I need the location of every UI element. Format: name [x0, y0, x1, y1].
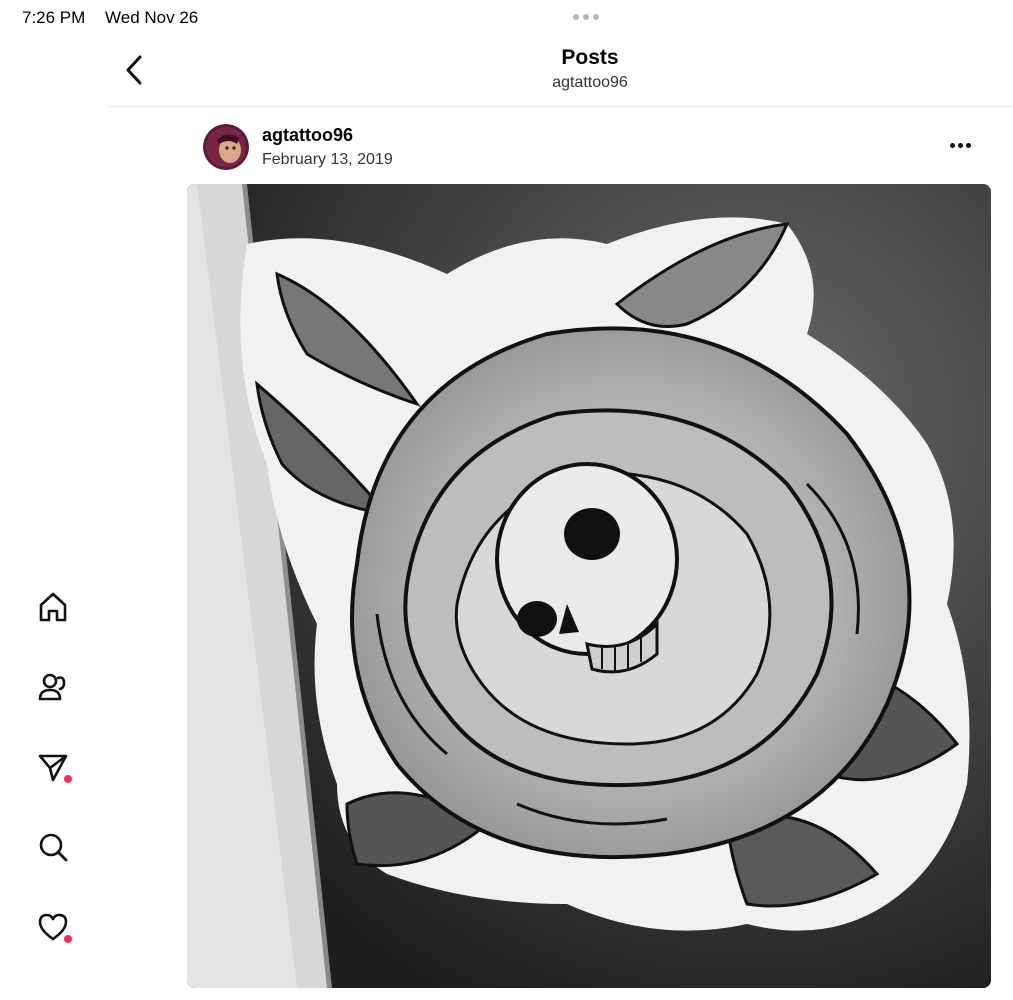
rose-skull-tattoo-icon — [187, 184, 991, 988]
page-title: Posts — [561, 46, 619, 69]
home-icon — [39, 592, 67, 622]
nav-people[interactable] — [30, 664, 76, 710]
more-options-button[interactable] — [940, 132, 980, 158]
nav-activity[interactable] — [30, 904, 76, 950]
notification-dot — [64, 935, 72, 943]
post-date: February 13, 2019 — [262, 151, 393, 168]
people-icon — [38, 673, 66, 701]
status-time: 7:26 PM — [22, 8, 86, 27]
multitasking-handle[interactable] — [573, 14, 599, 20]
notification-dot — [64, 775, 72, 783]
avatar-image — [203, 124, 249, 170]
nav-home[interactable] — [30, 584, 76, 630]
avatar[interactable] — [203, 124, 249, 170]
search-icon — [39, 833, 68, 862]
nav-search[interactable] — [30, 824, 76, 870]
status-date: Wed Nov 26 — [105, 8, 199, 27]
post-username[interactable]: agtattoo96 — [262, 125, 353, 146]
header-divider — [108, 106, 1013, 107]
page-subtitle: agtattoo96 — [552, 74, 628, 91]
post-image[interactable] — [187, 184, 991, 988]
nav-messages[interactable] — [30, 744, 76, 790]
